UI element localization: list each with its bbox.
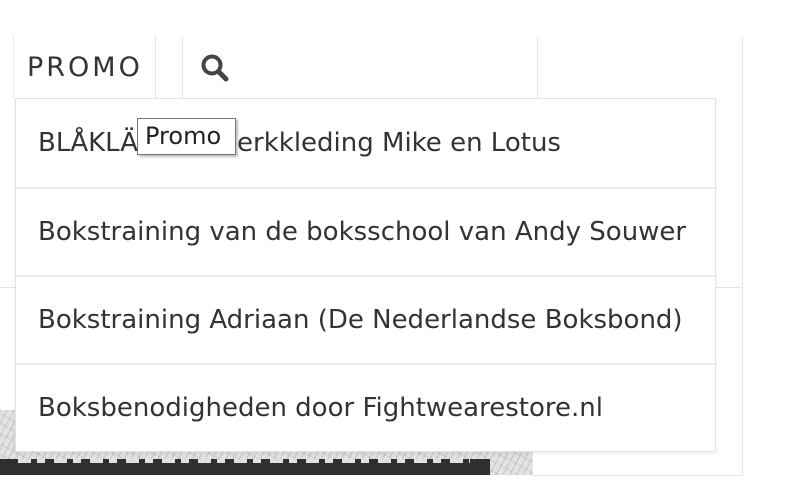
promo-tooltip: Promo xyxy=(137,118,236,155)
nav-item-promo-label: PROMO xyxy=(27,51,143,83)
dropdown-item[interactable]: Bokstraining Adriaan (De Nederlandse Bok… xyxy=(16,275,715,363)
nav-search-cell xyxy=(183,36,537,98)
thumbnail-caption-bar xyxy=(0,459,490,475)
nav-divider xyxy=(537,35,538,98)
dropdown-item-label: Boksbenodigheden door Fightwearestore.nl xyxy=(38,393,603,423)
search-button[interactable] xyxy=(200,53,230,83)
nav-divider xyxy=(155,35,156,98)
dropdown-item[interactable]: Boksbenodigheden door Fightwearestore.nl xyxy=(16,363,715,451)
promo-dropdown-menu: BLÅKLÄ erkkleding Mike en Lotus Bokstrain… xyxy=(15,98,716,452)
dropdown-item[interactable]: BLÅKLÄ erkkleding Mike en Lotus xyxy=(16,99,715,187)
dropdown-item-label-start: BLÅKLÄ xyxy=(38,128,139,158)
card-bottom-border xyxy=(532,475,743,476)
dropdown-item-label: Bokstraining Adriaan (De Nederlandse Bok… xyxy=(38,305,683,335)
dropdown-item[interactable]: Bokstraining van de boksschool van Andy … xyxy=(16,187,715,275)
container-right-border xyxy=(742,35,743,476)
caption-text-fragments xyxy=(18,459,470,463)
dropdown-item-label: Bokstraining van de boksschool van Andy … xyxy=(38,217,687,247)
search-icon xyxy=(201,54,229,82)
nav-item-promo[interactable]: PROMO xyxy=(14,36,155,98)
dropdown-item-label-end: erkkleding Mike en Lotus xyxy=(237,128,561,158)
